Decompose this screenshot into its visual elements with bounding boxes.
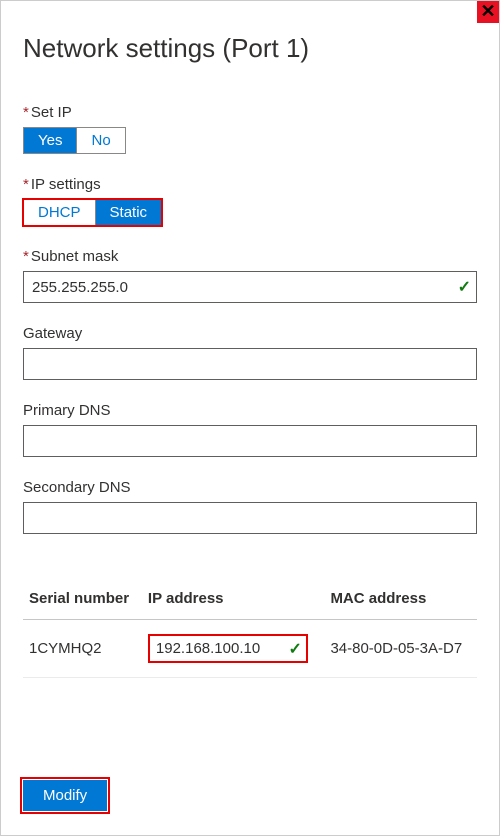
close-icon[interactable]: ✕ bbox=[477, 1, 499, 23]
ip-address-value: 192.168.100.10 bbox=[156, 640, 260, 657]
subnet-mask-input[interactable] bbox=[23, 271, 477, 303]
set-ip-toggle: Yes No bbox=[23, 127, 126, 154]
secondary-dns-field: Secondary DNS bbox=[23, 479, 477, 534]
primary-dns-field: Primary DNS bbox=[23, 402, 477, 457]
mac-header: MAC address bbox=[324, 582, 477, 620]
ip-cell: 192.168.100.10 ✓ bbox=[142, 620, 325, 678]
ip-header: IP address bbox=[142, 582, 325, 620]
primary-dns-input[interactable] bbox=[23, 425, 477, 457]
checkmark-icon: ✓ bbox=[458, 277, 471, 297]
set-ip-no-button[interactable]: No bbox=[76, 128, 124, 153]
ip-settings-toggle: DHCP Static bbox=[23, 199, 162, 226]
secondary-dns-input[interactable] bbox=[23, 502, 477, 534]
checkmark-icon: ✓ bbox=[289, 639, 302, 659]
ip-settings-static-button[interactable]: Static bbox=[95, 200, 162, 225]
set-ip-label: *Set IP bbox=[23, 104, 477, 121]
serial-cell: 1CYMHQ2 bbox=[23, 620, 142, 678]
primary-dns-label: Primary DNS bbox=[23, 402, 477, 419]
page-title: Network settings (Port 1) bbox=[23, 33, 477, 64]
mac-cell: 34-80-0D-05-3A-D7 bbox=[324, 620, 477, 678]
gateway-field: Gateway bbox=[23, 325, 477, 380]
gateway-label: Gateway bbox=[23, 325, 477, 342]
subnet-mask-label: *Subnet mask bbox=[23, 248, 477, 265]
modify-button[interactable]: Modify bbox=[23, 780, 107, 811]
ip-settings-label: *IP settings bbox=[23, 176, 477, 193]
ip-settings-dhcp-button[interactable]: DHCP bbox=[24, 200, 95, 225]
ip-settings-field: *IP settings DHCP Static bbox=[23, 176, 477, 226]
subnet-mask-field: *Subnet mask ✓ bbox=[23, 248, 477, 303]
devices-table-area: Serial number IP address MAC address 1CY… bbox=[23, 582, 477, 678]
secondary-dns-label: Secondary DNS bbox=[23, 479, 477, 496]
set-ip-field: *Set IP Yes No bbox=[23, 104, 477, 154]
gateway-input[interactable] bbox=[23, 348, 477, 380]
set-ip-yes-button[interactable]: Yes bbox=[24, 128, 76, 153]
devices-table: Serial number IP address MAC address 1CY… bbox=[23, 582, 477, 678]
table-row: 1CYMHQ2 192.168.100.10 ✓ 34-80-0D-05-3A-… bbox=[23, 620, 477, 678]
serial-header: Serial number bbox=[23, 582, 142, 620]
